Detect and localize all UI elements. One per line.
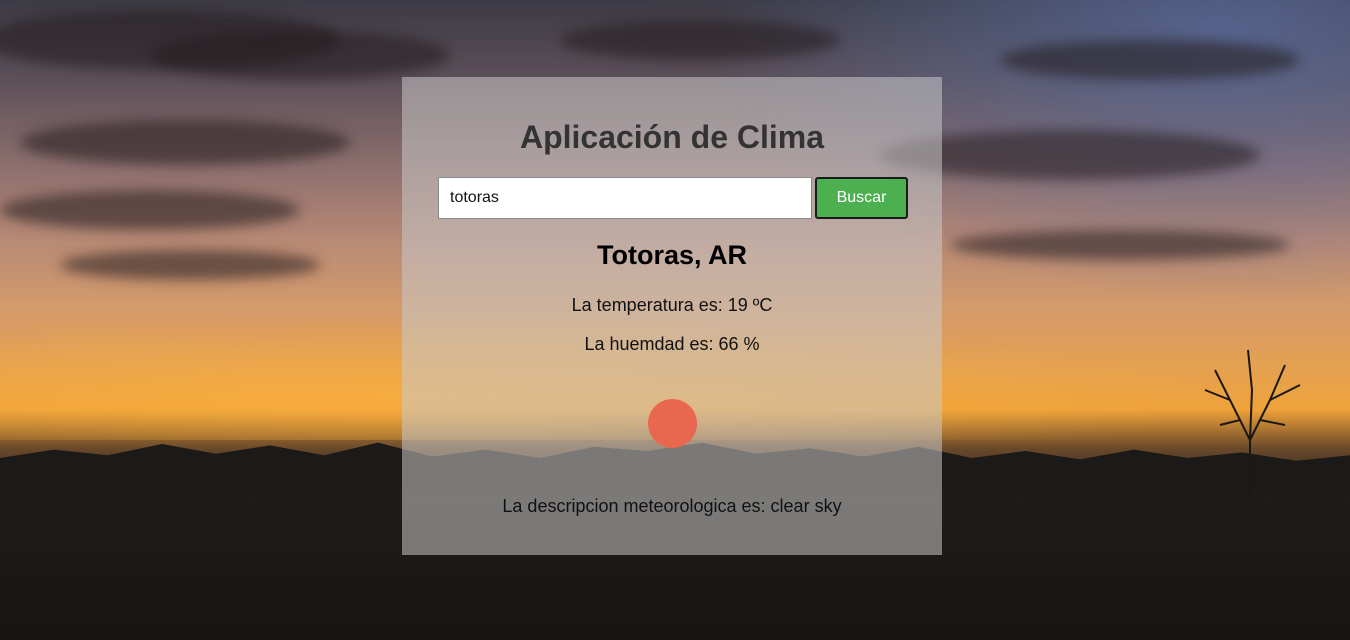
cloud xyxy=(950,230,1290,260)
search-form: Buscar xyxy=(438,177,908,219)
city-search-input[interactable] xyxy=(438,177,812,219)
search-button[interactable]: Buscar xyxy=(815,177,908,219)
cloud xyxy=(0,190,300,230)
cloud xyxy=(560,20,840,60)
cloud xyxy=(150,30,450,80)
humidity-text: La huemdad es: 66 % xyxy=(584,334,760,354)
temperature-text: La temperatura es: 19 ºC xyxy=(571,295,773,315)
cloud xyxy=(60,250,320,280)
weather-card: Aplicación de Clima Buscar Totoras, AR L… xyxy=(402,77,942,555)
sun-icon xyxy=(648,399,697,448)
cloud xyxy=(20,120,350,165)
bare-tree xyxy=(1204,349,1301,500)
cloud xyxy=(1000,40,1300,80)
city-name: Totoras, AR xyxy=(596,240,747,270)
weather-description: La descripcion meteorologica es: clear s… xyxy=(502,496,842,516)
app-title: Aplicación de Clima xyxy=(519,119,825,155)
